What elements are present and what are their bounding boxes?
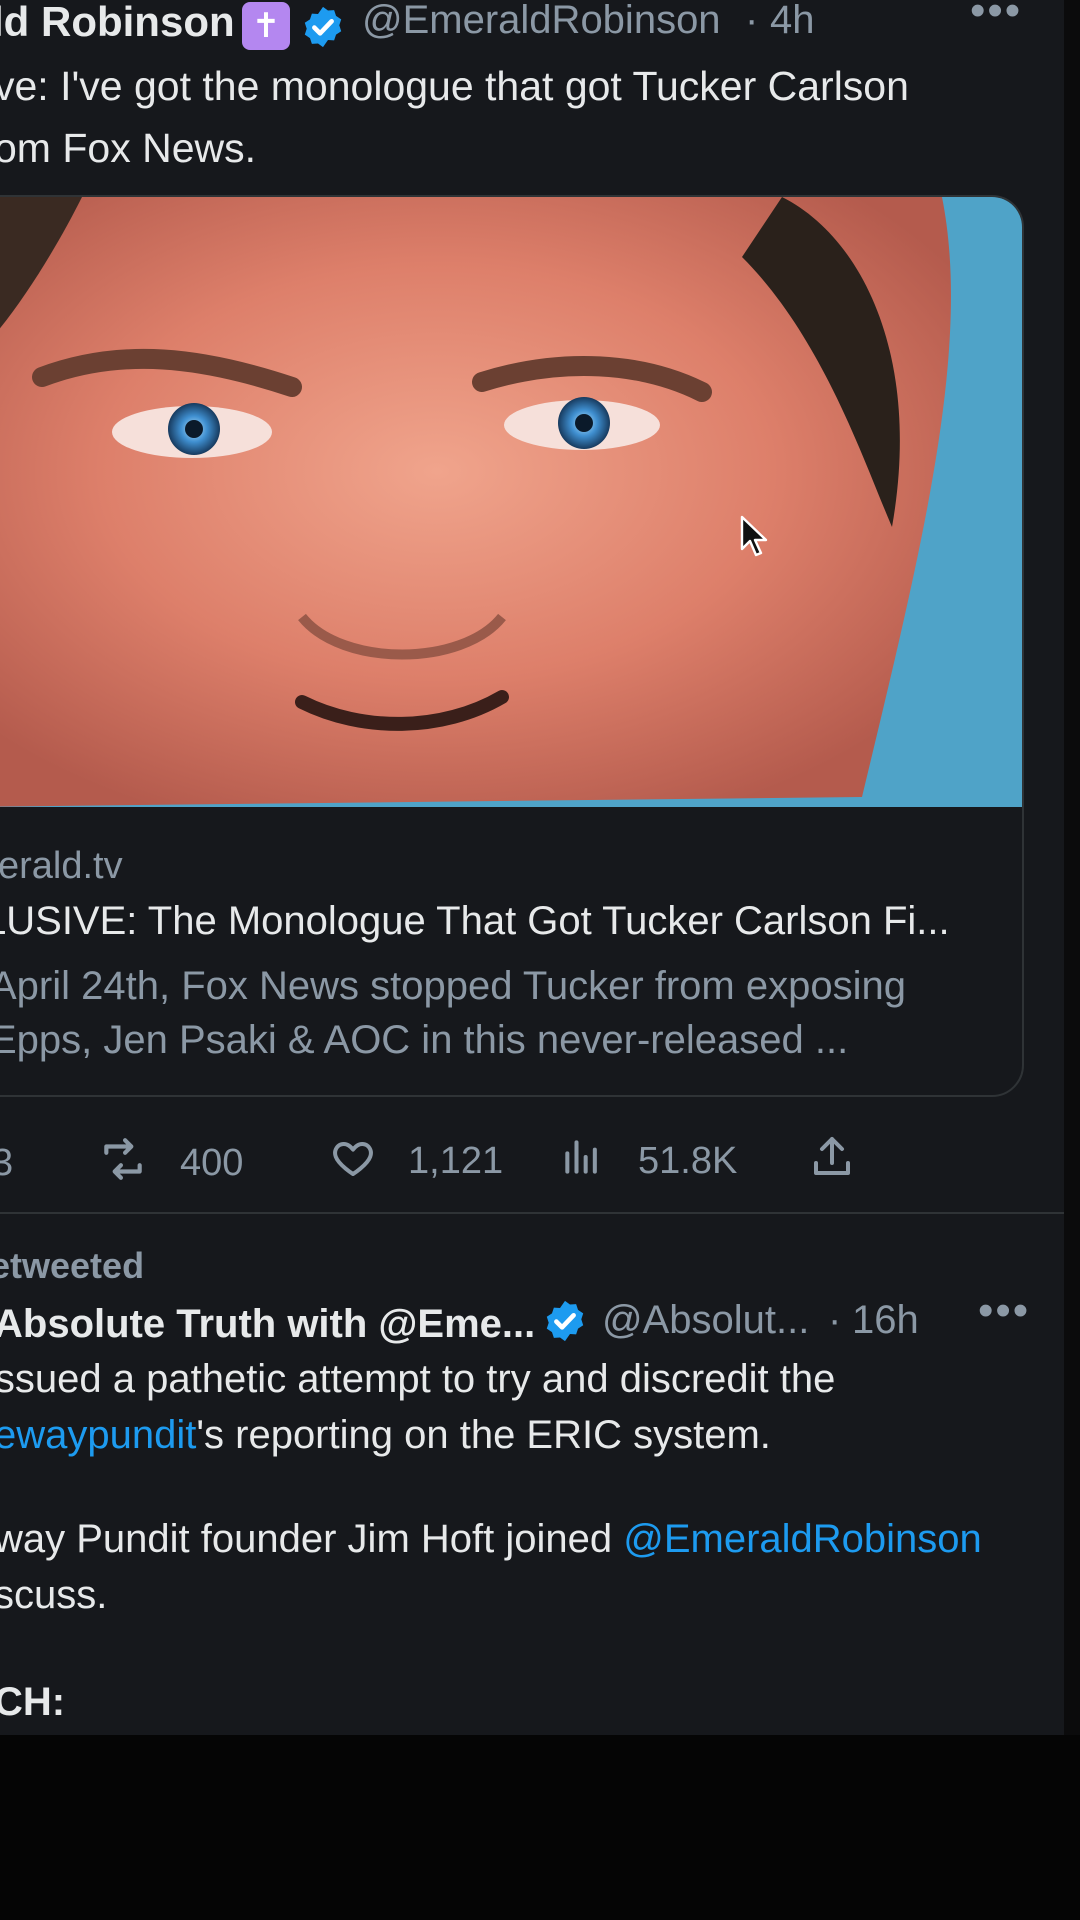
card-domain: erald.tv xyxy=(0,845,123,887)
author-handle[interactable]: @Absolut... xyxy=(602,1298,809,1343)
more-icon[interactable]: ••• xyxy=(978,1286,1030,1336)
card-description-line: April 24th, Fox News stopped Tucker from… xyxy=(0,964,906,1008)
card-description: April 24th, Fox News stopped Tucker from… xyxy=(0,959,1010,1067)
tweet-time[interactable]: 16h xyxy=(852,1298,919,1343)
separator-dot: · xyxy=(745,0,759,42)
tweet-text-line: ewaypundit's reporting on the ERIC syste… xyxy=(0,1413,771,1458)
verified-icon xyxy=(304,6,342,48)
separator-dot: · xyxy=(828,1298,842,1342)
author-name[interactable]: ld Robinson xyxy=(0,0,235,46)
more-icon[interactable]: ••• xyxy=(970,0,1022,36)
card-title: LUSIVE: The Monologue That Got Tucker Ca… xyxy=(0,899,950,943)
mention-link[interactable]: @EmeraldRobinson xyxy=(623,1517,982,1561)
card-image[interactable] xyxy=(0,197,1022,807)
cross-badge-icon: ✝ xyxy=(242,2,290,50)
tweet-text-line: CH: xyxy=(0,1680,66,1724)
share-icon[interactable] xyxy=(808,1132,856,1182)
tweet-text: ve: I've got the monologue that got Tuck… xyxy=(0,55,994,179)
verified-icon xyxy=(546,1300,584,1342)
tweet-text-fragment: way Pundit founder Jim Hoft joined xyxy=(0,1517,624,1561)
reply-count[interactable]: 3 xyxy=(0,1142,13,1185)
retweet-icon[interactable] xyxy=(96,1134,150,1184)
tweet-text-line: om Fox News. xyxy=(0,125,256,171)
monitor-bezel-bottom xyxy=(0,1735,1080,1920)
author-handle[interactable]: @EmeraldRobinson xyxy=(362,0,721,43)
cursor-icon xyxy=(740,515,768,557)
card-description-line: Epps, Jen Psaki & AOC in this never-rele… xyxy=(0,1018,849,1062)
like-icon[interactable] xyxy=(328,1134,378,1182)
link-card[interactable]: erald.tv LUSIVE: The Monologue That Got … xyxy=(0,195,1024,1097)
retweeted-label: etweeted xyxy=(0,1245,145,1286)
monitor-bezel xyxy=(1064,0,1080,1735)
tweet-text-line: issued a pathetic attempt to try and dis… xyxy=(0,1357,836,1401)
tweet-text-line: way Pundit founder Jim Hoft joined @Emer… xyxy=(0,1517,982,1562)
views-count[interactable]: 51.8K xyxy=(638,1140,737,1183)
timeline: ld Robinson ✝ @EmeraldRobinson · 4h ••• … xyxy=(0,0,1064,1735)
tweet-text-line: ve: I've got the monologue that got Tuck… xyxy=(0,63,909,109)
like-count[interactable]: 1,121 xyxy=(408,1140,503,1183)
divider xyxy=(0,1212,1064,1214)
tweet-time[interactable]: 4h xyxy=(770,0,815,43)
retweet-count[interactable]: 400 xyxy=(180,1142,243,1185)
author-name[interactable]: Absolute Truth with @Eme... xyxy=(0,1302,535,1347)
tweet-text-fragment: 's reporting on the ERIC system. xyxy=(196,1413,771,1457)
mention-link[interactable]: ewaypundit xyxy=(0,1413,196,1457)
tweet-text-line: scuss. xyxy=(0,1573,108,1617)
views-icon[interactable] xyxy=(560,1134,604,1180)
